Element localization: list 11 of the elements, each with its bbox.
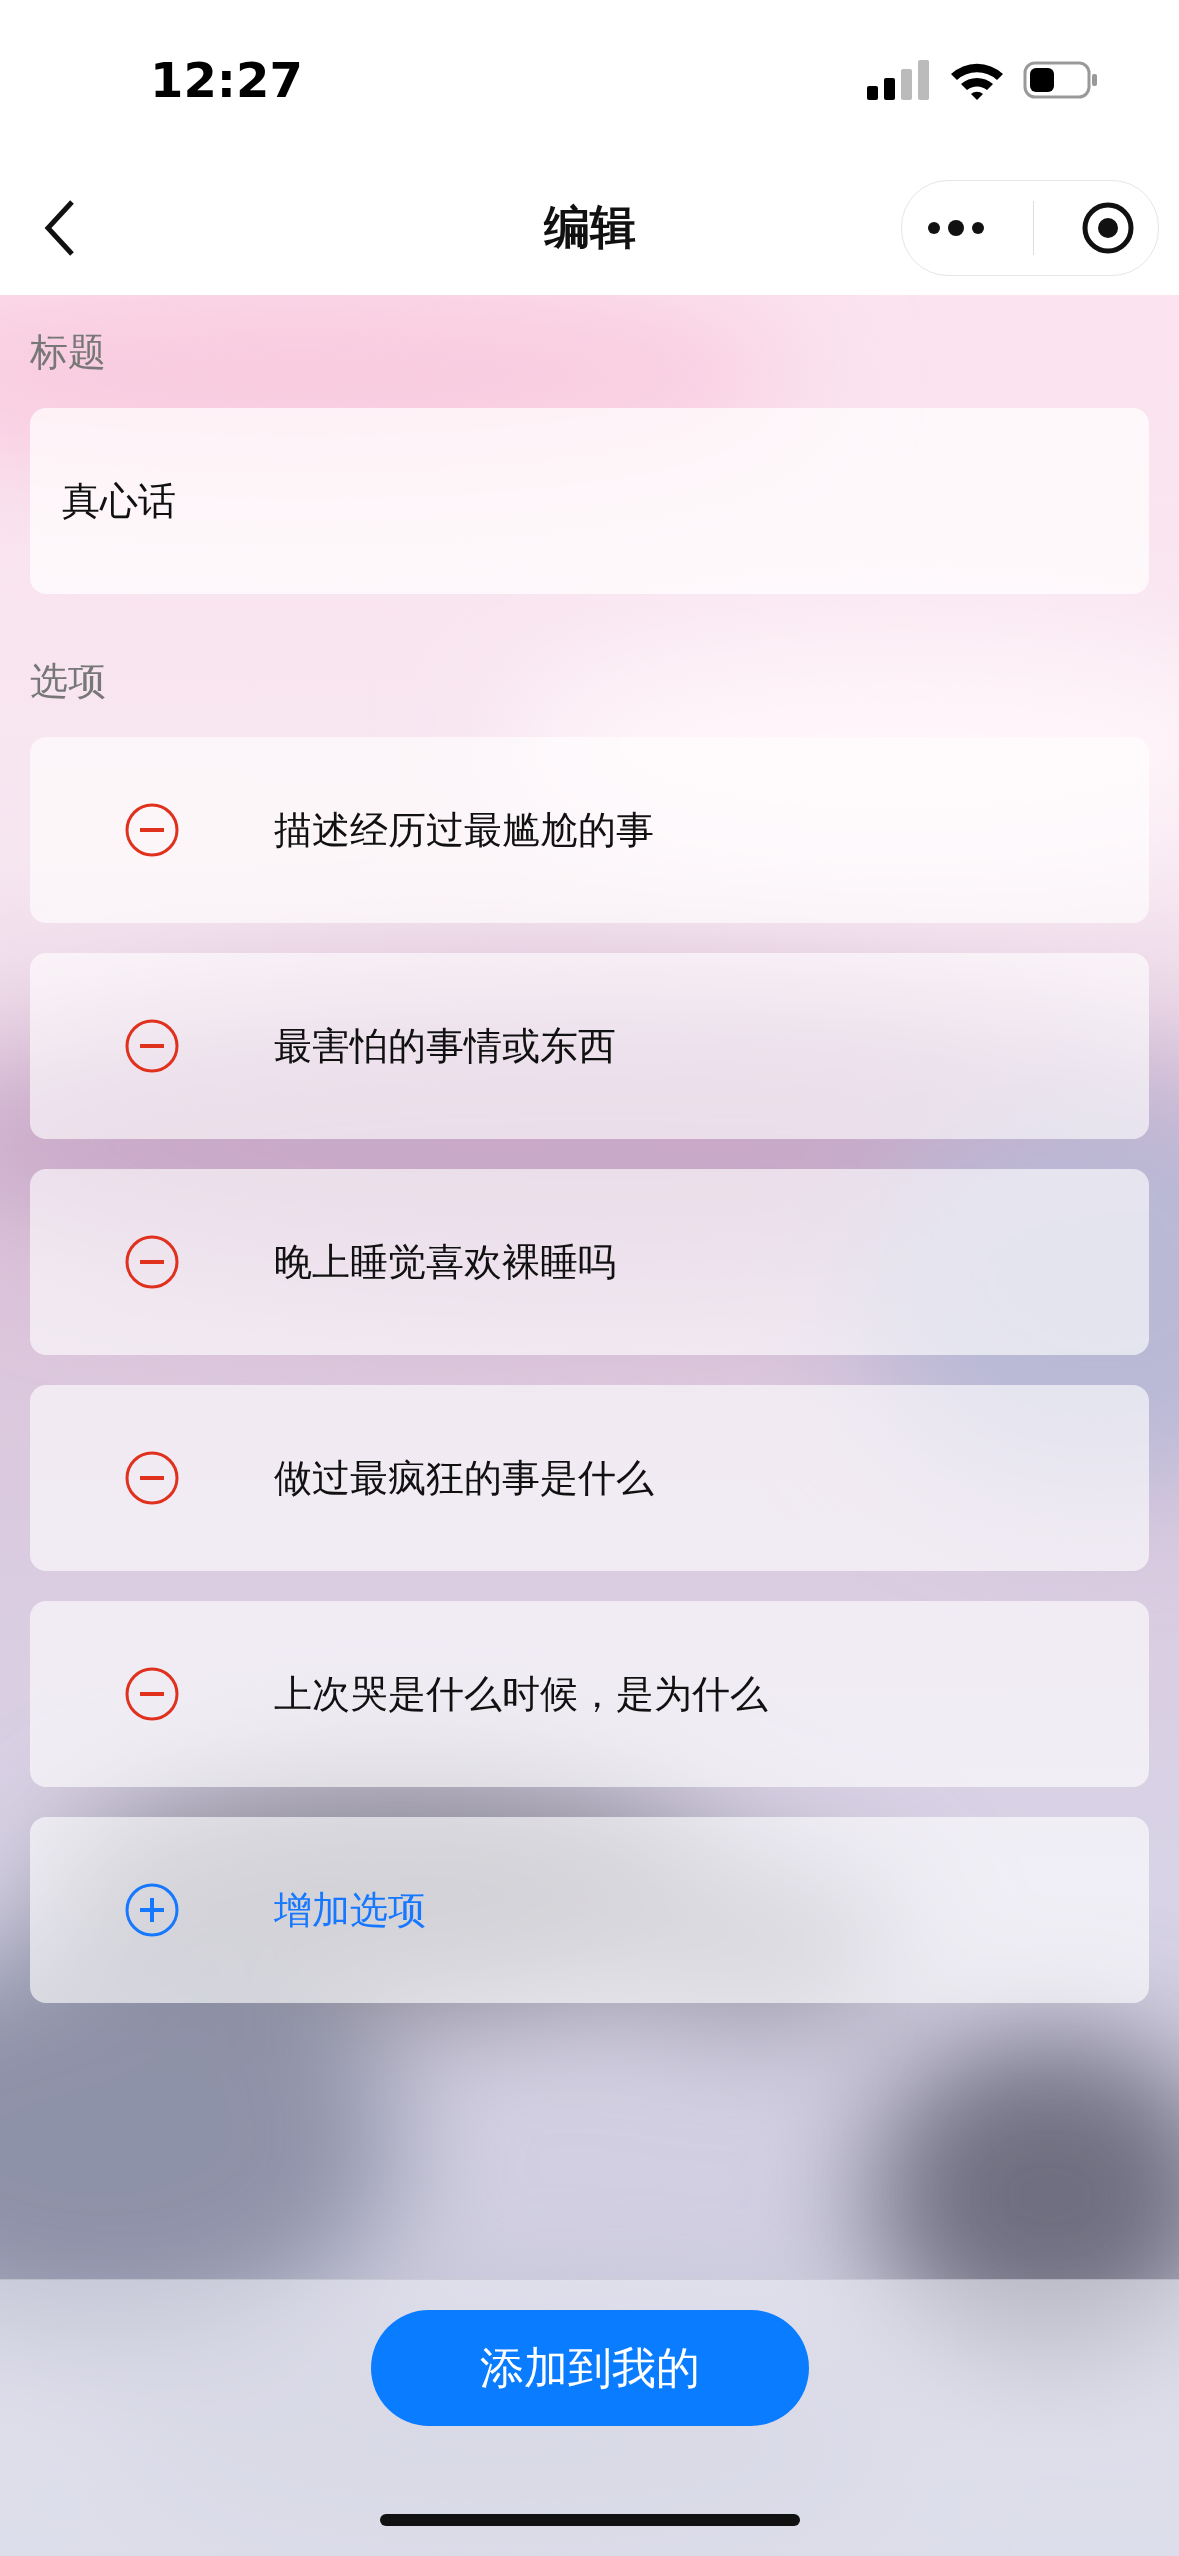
option-row[interactable]: 晚上睡觉喜欢裸睡吗: [30, 1169, 1149, 1355]
title-field[interactable]: 真心话: [30, 408, 1149, 594]
section-label: 标题: [30, 329, 106, 376]
page-title: 编辑: [543, 198, 636, 256]
option-row[interactable]: 上次哭是什么时候，是为什么: [30, 1601, 1149, 1787]
add-to-mine-button[interactable]: 添加到我的: [370, 2310, 809, 2426]
option-row[interactable]: 最害怕的事情或东西: [30, 953, 1149, 1139]
option-row[interactable]: 做过最疯狂的事是什么: [30, 1385, 1149, 1571]
option-row[interactable]: 描述经历过最尴尬的事: [30, 737, 1149, 923]
section-label: 选项: [30, 658, 106, 705]
status-time: 12:27: [150, 52, 303, 108]
